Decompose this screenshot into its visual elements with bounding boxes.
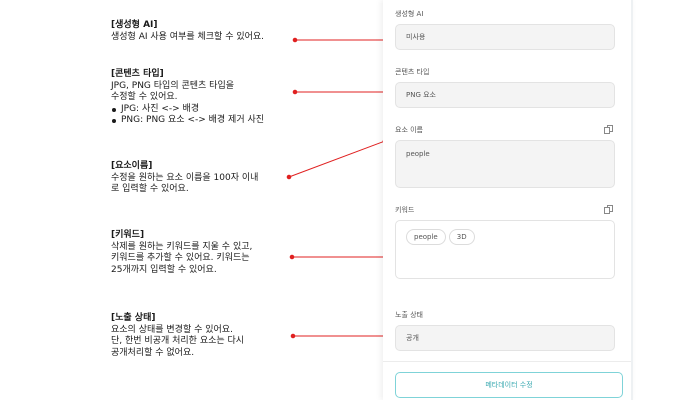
- annotation-title: [콘텐츠 타입]: [111, 69, 164, 79]
- annotation-element-name: [요소이름] 수정을 원하는 요소 이름을 100자 이내 로 입력할 수 있어…: [111, 161, 258, 196]
- keyword-tag[interactable]: people: [406, 229, 446, 245]
- keywords-input[interactable]: people 3D: [395, 220, 615, 279]
- keywords-label: 키워드: [395, 206, 415, 214]
- annotation-text: JPG, PNG 타입의 콘텐츠 타입을: [111, 80, 235, 91]
- annotation-title: [생성형 AI]: [111, 20, 158, 30]
- annotation-bullet-list: JPG: 사진 <-> 배경 PNG: PNG 요소 <-> 배경 제거 사진: [111, 104, 264, 127]
- copy-icon[interactable]: [604, 205, 613, 214]
- panel-scrollbar[interactable]: [631, 0, 633, 400]
- annotation-text: 단, 한번 비공개 처리한 요소는 다시: [111, 336, 245, 346]
- annotation-title: [요소이름]: [111, 161, 153, 171]
- annotation-visibility: [노출 상태] 요소의 상태를 변경할 수 있어요. 단, 한번 비공개 처리한…: [111, 313, 244, 359]
- metadata-panel: 생성형 AI 미사용 콘텐츠 타입 PNG 요소 요소 이름 people 키워…: [383, 0, 633, 400]
- annotation-ai: [생성형 AI] 생성형 AI 사용 여부를 체크할 수 있어요.: [111, 20, 264, 43]
- content-type-select[interactable]: PNG 요소: [395, 82, 615, 108]
- annotation-bullet: PNG: PNG 요소 <-> 배경 제거 사진: [111, 115, 264, 127]
- annotation-text: 로 입력할 수 있어요.: [111, 184, 189, 194]
- element-name-textarea[interactable]: people: [395, 140, 615, 188]
- keyword-tag[interactable]: 3D: [448, 229, 475, 245]
- annotation-text: 수정할 수 있어요.: [111, 92, 178, 102]
- annotation-bullet: JPG: 사진 <-> 배경: [111, 104, 264, 116]
- edit-metadata-button[interactable]: 메타데이터 수정: [395, 372, 623, 398]
- annotation-content-type: [콘텐츠 타입] JPG, PNG 타입의 콘텐츠 타입을 수정할 수 있어요.…: [111, 69, 264, 127]
- content-type-label: 콘텐츠 타입: [395, 68, 430, 76]
- ai-select[interactable]: 미사용: [395, 24, 615, 50]
- annotation-keywords: [키워드] 삭제를 원하는 키워드를 지울 수 있고, 키워드를 추가할 수 있…: [111, 230, 252, 276]
- annotation-title: [키워드]: [111, 230, 145, 240]
- annotation-text: 키워드를 추가할 수 있어요. 키워드는: [111, 253, 250, 263]
- annotation-text: 생성형 AI 사용 여부를 체크할 수 있어요.: [111, 31, 265, 42]
- visibility-label: 노출 상태: [395, 311, 423, 319]
- annotation-text: 25개까지 입력할 수 있어요.: [111, 264, 217, 275]
- annotation-text: 수정을 원하는 요소 이름을 100자 이내: [111, 172, 259, 183]
- divider: [383, 361, 631, 362]
- annotation-text: 요소의 상태를 변경할 수 있어요.: [111, 324, 233, 335]
- annotation-text: 삭제를 원하는 키워드를 지울 수 있고,: [111, 241, 253, 252]
- copy-icon[interactable]: [604, 125, 613, 134]
- element-name-label: 요소 이름: [395, 126, 423, 134]
- annotation-title: [노출 상태]: [111, 313, 156, 323]
- visibility-select[interactable]: 공개: [395, 325, 615, 351]
- connector-element-name: [288, 140, 386, 178]
- ai-label: 생성형 AI: [395, 10, 424, 18]
- annotation-text: 공개처리할 수 없어요.: [111, 347, 195, 358]
